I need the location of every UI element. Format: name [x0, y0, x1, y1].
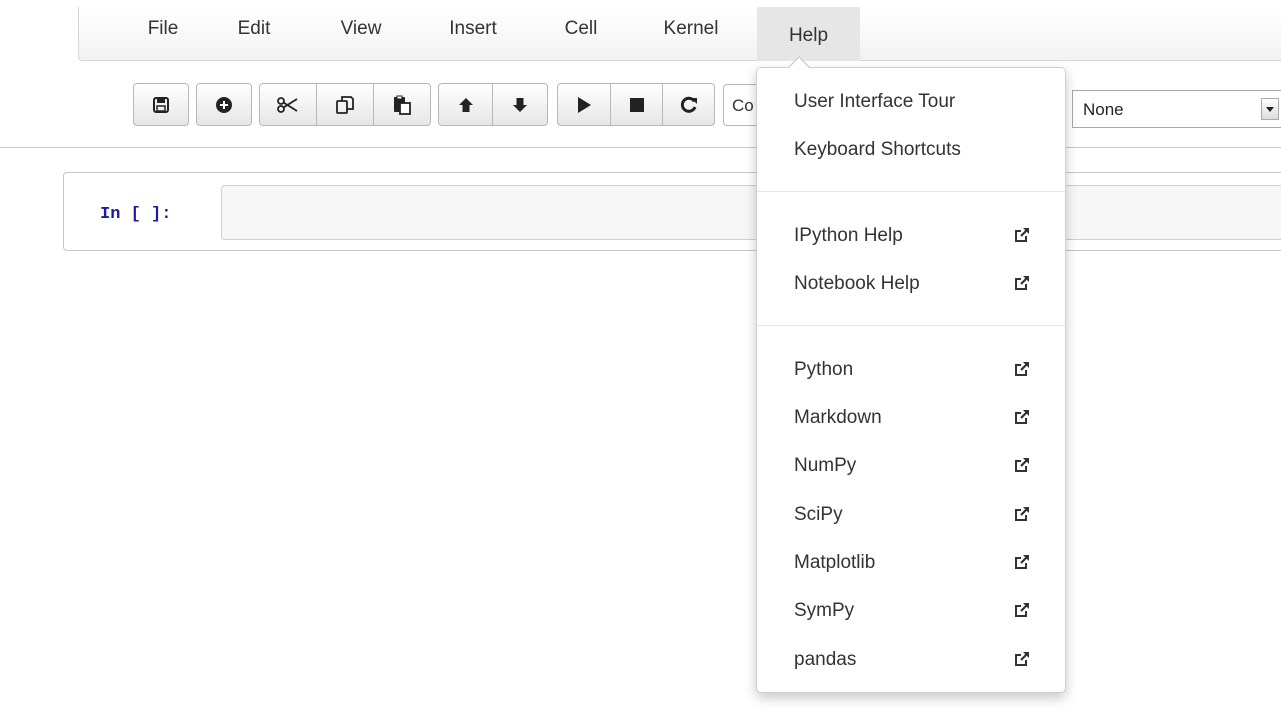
- help-item-ipython-help[interactable]: IPython Help: [794, 225, 903, 247]
- cell-toolbar-select-value: None: [1083, 100, 1124, 119]
- menu-edit[interactable]: Edit: [218, 0, 290, 54]
- save-button-group: [133, 83, 189, 126]
- help-item-keyboard-shortcuts[interactable]: Keyboard Shortcuts: [794, 139, 961, 161]
- cell-toolbar-select[interactable]: None: [1072, 90, 1281, 128]
- cut-button[interactable]: [260, 84, 317, 125]
- help-item-pandas[interactable]: pandas: [794, 649, 856, 671]
- external-link-icon: [1015, 652, 1029, 666]
- external-link-icon: [1015, 410, 1029, 424]
- scissors-icon: [277, 96, 298, 113]
- run-button-group: [557, 83, 715, 126]
- run-button[interactable]: [558, 84, 611, 125]
- toolbar-divider: [0, 147, 1281, 148]
- menu-divider: [757, 325, 1065, 326]
- external-link-icon: [1015, 276, 1029, 290]
- interrupt-button[interactable]: [611, 84, 663, 125]
- menu-help[interactable]: Help: [757, 7, 860, 61]
- external-link-icon: [1015, 362, 1029, 376]
- plus-circle-icon: [216, 96, 232, 113]
- menu-view[interactable]: View: [325, 0, 397, 54]
- menu-file[interactable]: File: [128, 0, 198, 54]
- external-link-icon: [1015, 228, 1029, 242]
- help-item-user-interface-tour[interactable]: User Interface Tour: [794, 91, 955, 113]
- menu-cell[interactable]: Cell: [547, 0, 615, 54]
- move-up-button[interactable]: [439, 84, 493, 125]
- arrow-up-icon: [458, 97, 473, 112]
- help-item-numpy[interactable]: NumPy: [794, 455, 856, 477]
- external-link-icon: [1015, 603, 1029, 617]
- dropdown-caret-inner: [789, 58, 809, 68]
- menu-divider: [757, 191, 1065, 192]
- help-item-python[interactable]: Python: [794, 359, 853, 381]
- move-button-group: [438, 83, 548, 126]
- paste-icon: [394, 95, 411, 115]
- stop-icon: [629, 97, 644, 112]
- help-item-notebook-help[interactable]: Notebook Help: [794, 273, 920, 295]
- menu-kernel[interactable]: Kernel: [644, 0, 738, 54]
- restart-icon: [680, 96, 697, 113]
- external-link-icon: [1015, 507, 1029, 521]
- move-down-button[interactable]: [493, 84, 547, 125]
- external-link-icon: [1015, 458, 1029, 472]
- arrow-down-icon: [513, 97, 527, 112]
- paste-button[interactable]: [374, 84, 430, 125]
- save-icon: [153, 96, 169, 113]
- cell-prompt: In [ ]:: [100, 205, 172, 224]
- copy-icon: [336, 95, 354, 114]
- insert-cell-group: [196, 83, 252, 126]
- chevron-down-icon[interactable]: [1261, 98, 1279, 120]
- help-item-sympy[interactable]: SymPy: [794, 600, 854, 622]
- help-item-markdown[interactable]: Markdown: [794, 407, 882, 429]
- restart-button[interactable]: [663, 84, 714, 125]
- cell-input[interactable]: [221, 185, 1281, 240]
- save-button[interactable]: [134, 84, 188, 125]
- edit-button-group: [259, 83, 431, 126]
- help-item-matplotlib[interactable]: Matplotlib: [794, 552, 875, 574]
- copy-button[interactable]: [317, 84, 374, 125]
- external-link-icon: [1015, 555, 1029, 569]
- help-item-scipy[interactable]: SciPy: [794, 504, 843, 526]
- menu-insert[interactable]: Insert: [428, 0, 518, 54]
- insert-cell-button[interactable]: [197, 84, 251, 125]
- play-icon: [578, 96, 591, 113]
